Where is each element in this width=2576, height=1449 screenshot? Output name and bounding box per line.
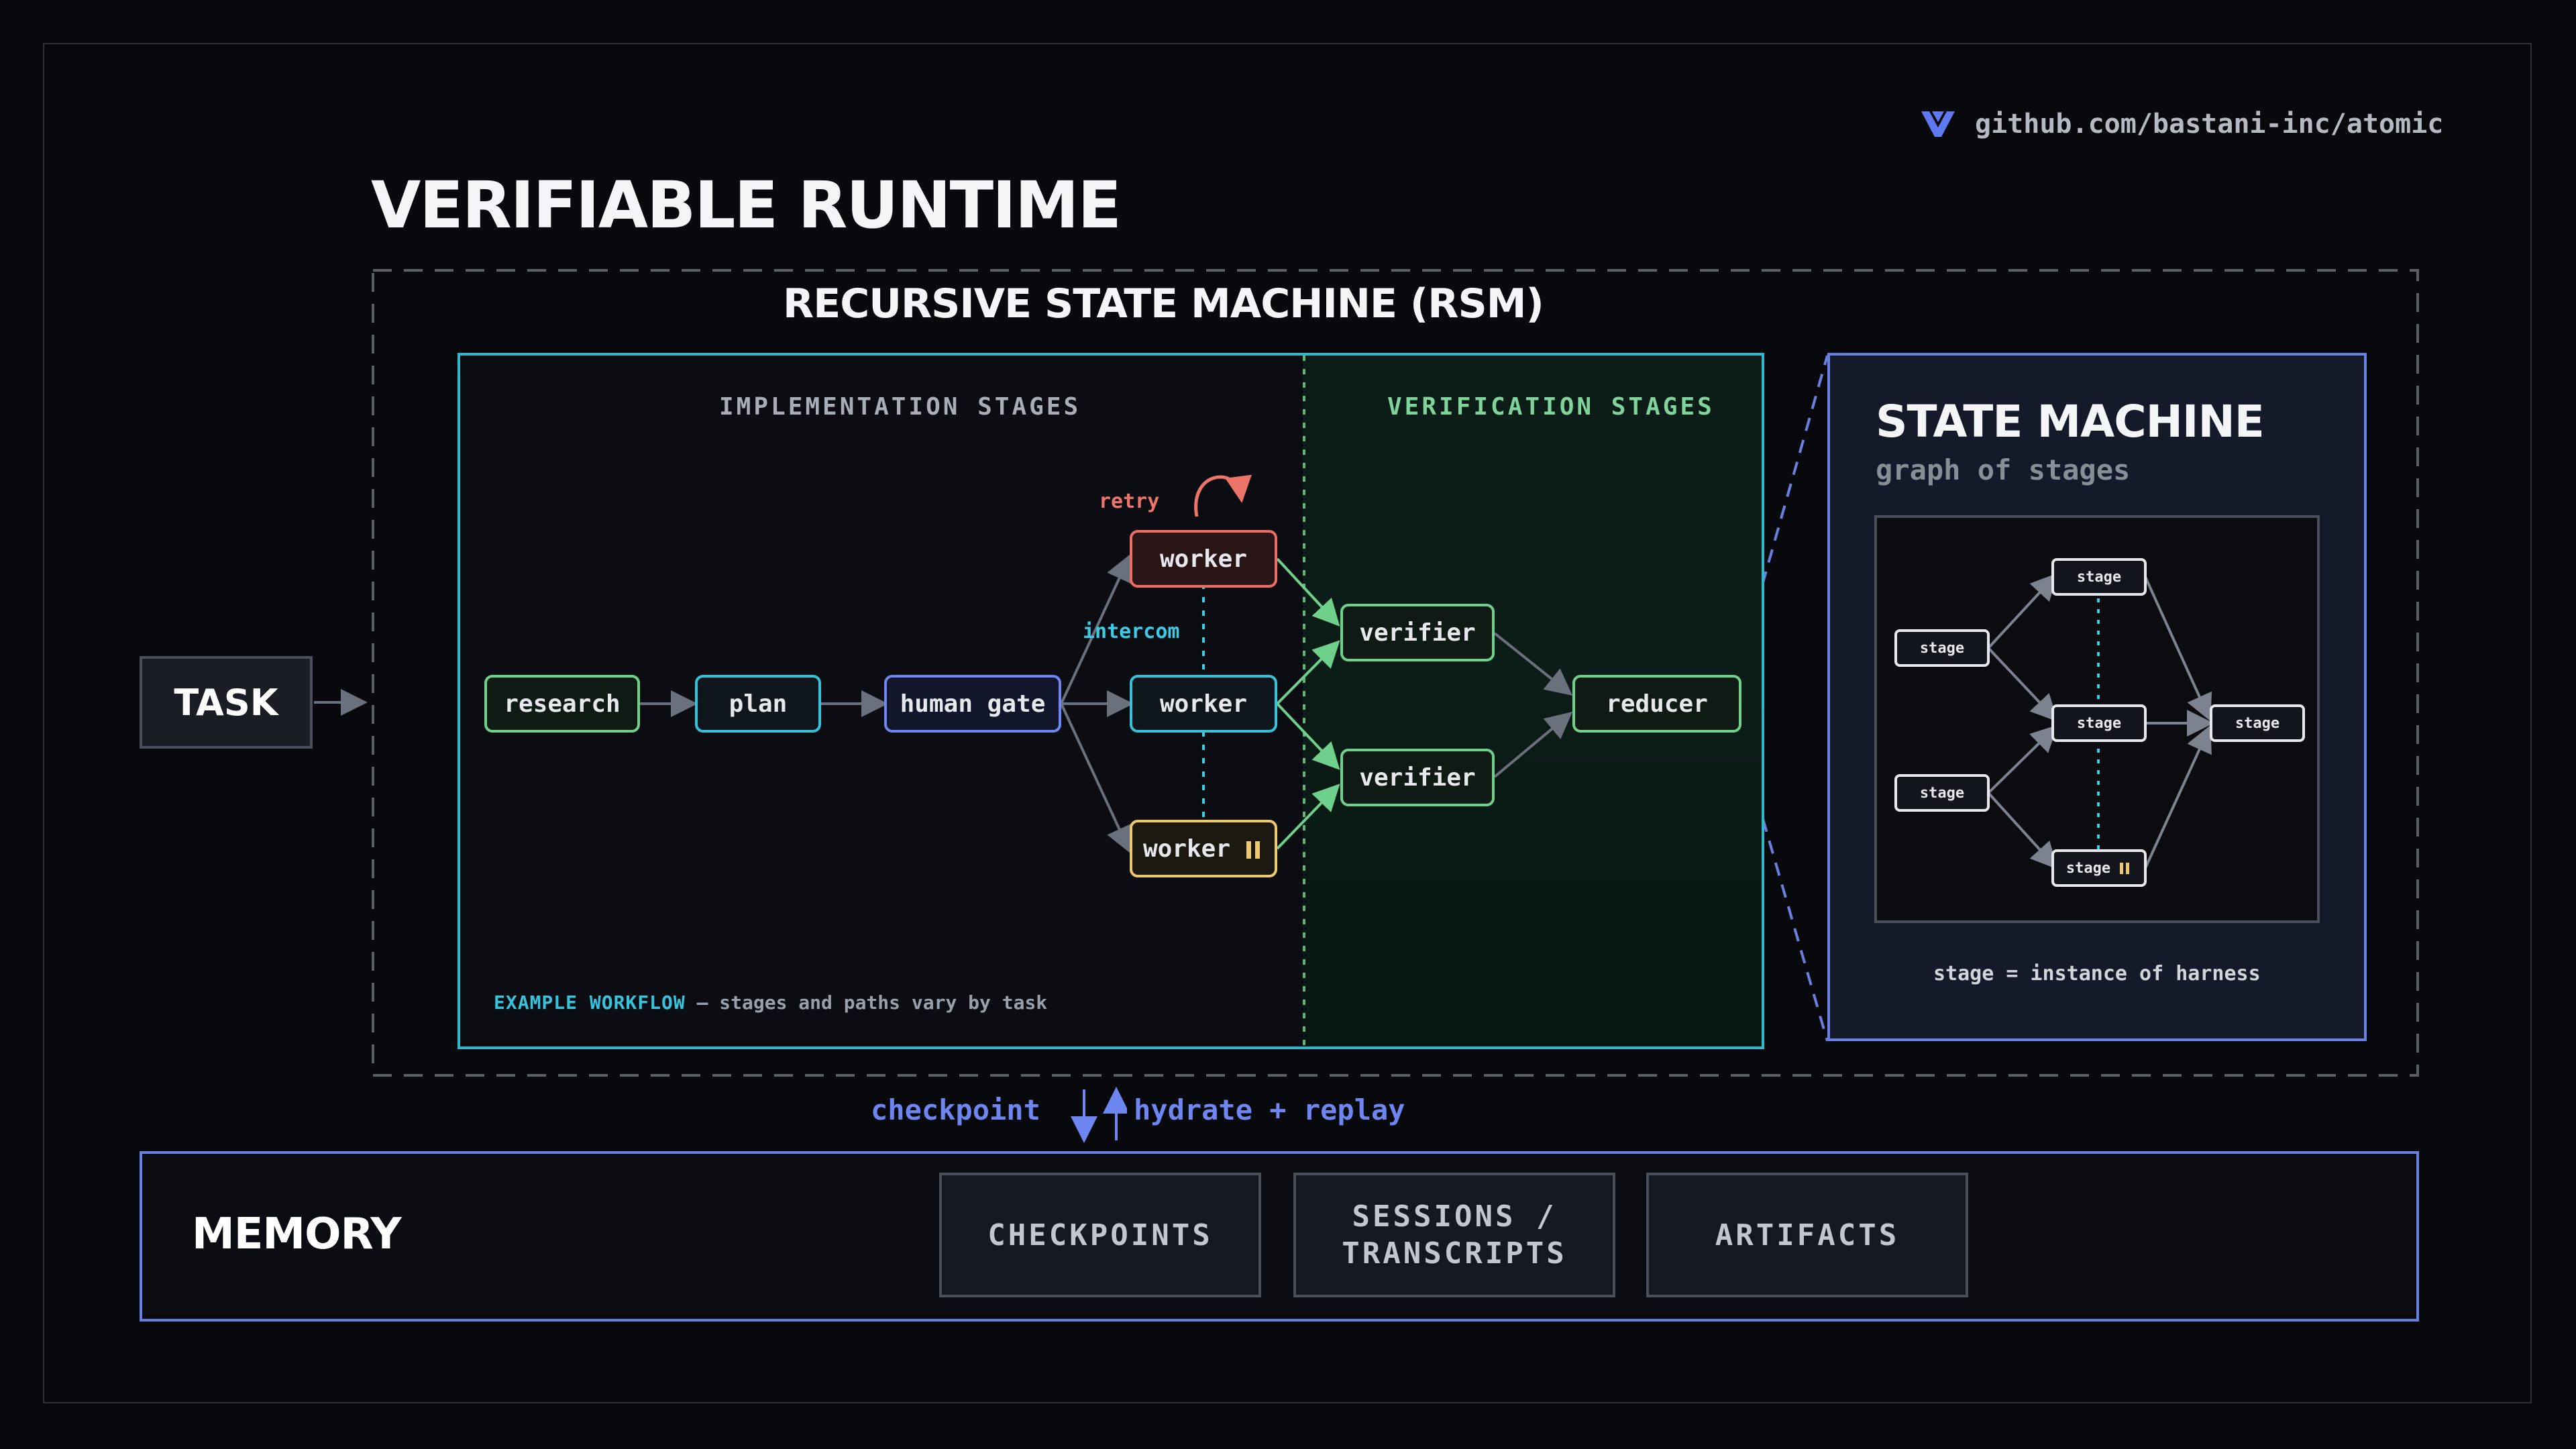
- stage-node: stage: [2210, 704, 2305, 742]
- implementation-stages-label: IMPLEMENTATION STAGES: [719, 393, 1081, 421]
- state-machine-caption: stage = instance of harness: [1933, 962, 2261, 985]
- stage-label: stage: [2235, 714, 2280, 732]
- stage-label: stage: [2065, 859, 2111, 877]
- worker-label: worker: [1159, 690, 1248, 718]
- workflow-footnote: EXAMPLE WORKFLOW — stages and paths vary…: [494, 991, 1047, 1014]
- stage-node: stage: [2051, 704, 2147, 742]
- page-title: VERIFIABLE RUNTIME: [371, 168, 1122, 243]
- pause-icon: [1246, 835, 1264, 863]
- task-label: TASK: [174, 681, 278, 724]
- reducer-node: reducer: [1572, 675, 1741, 733]
- rsm-title: RECURSIVE STATE MACHINE (RSM): [783, 280, 1544, 327]
- plan-node: plan: [695, 675, 821, 733]
- verifier-label: verifier: [1359, 619, 1476, 647]
- state-machine-subtitle: graph of stages: [1876, 453, 2131, 486]
- worker-paused-node: worker: [1130, 820, 1277, 877]
- worker-retry-node: worker: [1130, 530, 1277, 588]
- sessions-transcripts-card: SESSIONS / TRANSCRIPTS: [1293, 1173, 1615, 1297]
- stage-node-paused: stage: [2051, 849, 2147, 887]
- worker-label: worker: [1159, 545, 1248, 573]
- footnote-highlight: EXAMPLE WORKFLOW: [494, 991, 686, 1014]
- verifier-node-top: verifier: [1340, 604, 1495, 661]
- stage-node: stage: [1894, 629, 1990, 667]
- verification-stages-label: VERIFICATION STAGES: [1387, 393, 1715, 421]
- footnote-text: — stages and paths vary by task: [685, 991, 1048, 1014]
- artifacts-label: ARTIFACTS: [1715, 1218, 1900, 1252]
- memory-panel: [140, 1151, 2419, 1322]
- stage-label: stage: [2076, 568, 2122, 586]
- stage-node: stage: [2051, 558, 2147, 596]
- workflow-panel: research plan human gate worker worker w…: [458, 353, 1764, 1049]
- intercom-label: intercom: [1083, 620, 1180, 643]
- github-url: github.com/bastani-inc/atomic: [1975, 109, 2444, 140]
- memory-label: MEMORY: [192, 1210, 402, 1259]
- atomic-logo-icon: [1921, 111, 1955, 137]
- sessions-transcripts-label: SESSIONS / TRANSCRIPTS: [1342, 1199, 1567, 1271]
- research-label: research: [504, 690, 621, 718]
- checkpoints-card: CHECKPOINTS: [939, 1173, 1261, 1297]
- workflow-edges: [639, 356, 1573, 1046]
- human-gate-node: human gate: [884, 675, 1061, 733]
- checkpoints-label: CHECKPOINTS: [987, 1218, 1213, 1252]
- worker-label: worker: [1142, 835, 1231, 863]
- human-gate-label: human gate: [900, 690, 1046, 718]
- verifier-node-bottom: verifier: [1340, 749, 1495, 806]
- hydrate-replay-label: hydrate + replay: [1134, 1093, 1405, 1126]
- pause-icon: [2120, 860, 2132, 877]
- github-link[interactable]: github.com/bastani-inc/atomic: [1919, 107, 2443, 141]
- checkpoint-label: checkpoint: [871, 1093, 1040, 1126]
- state-machine-title: STATE MACHINE: [1876, 396, 2265, 447]
- stage-label: stage: [2076, 714, 2122, 732]
- retry-label: retry: [1099, 490, 1160, 513]
- verifier-label: verifier: [1359, 763, 1476, 792]
- memory-flow-arrows: [1071, 1087, 1127, 1143]
- task-box: TASK: [140, 656, 313, 749]
- reducer-label: reducer: [1606, 690, 1708, 718]
- stage-node: stage: [1894, 774, 1990, 812]
- worker-node: worker: [1130, 675, 1277, 733]
- artifacts-card: ARTIFACTS: [1646, 1173, 1968, 1297]
- research-node: research: [484, 675, 640, 733]
- stage-label: stage: [1919, 784, 1965, 802]
- stage-graph: stage stage stage stage stage stage: [1874, 515, 2320, 923]
- plan-label: plan: [729, 690, 788, 718]
- stage-label: stage: [1919, 639, 1965, 657]
